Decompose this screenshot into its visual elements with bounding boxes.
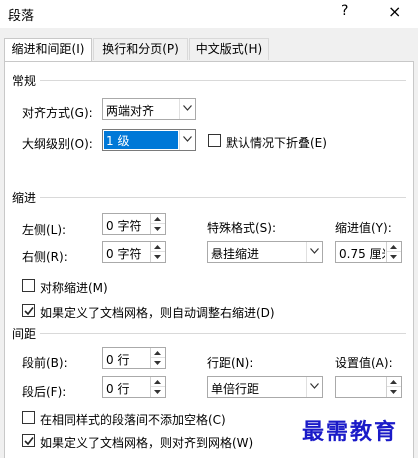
triangle-down-icon bbox=[154, 227, 161, 231]
checkmark-icon bbox=[24, 307, 34, 316]
spacing-at-arrows bbox=[386, 377, 401, 397]
left-indent-increment-button[interactable] bbox=[151, 214, 165, 224]
triangle-down-icon bbox=[390, 390, 397, 394]
triangle-down-icon bbox=[154, 390, 161, 394]
tab-strip: 缩进和间距(I) 换行和分页(P) 中文版式(H) bbox=[4, 38, 414, 62]
right-indent-label: 右侧(R): bbox=[22, 250, 68, 264]
auto-adjust-right-indent-checkbox[interactable] bbox=[22, 304, 35, 317]
tab-indents-spacing-label: 缩进和间距(I) bbox=[11, 42, 85, 56]
spacing-before-arrows bbox=[150, 348, 165, 368]
indent-by-arrows bbox=[386, 242, 401, 262]
right-indent-spinner[interactable]: 0 字符 bbox=[102, 241, 166, 263]
chevron-down-icon bbox=[183, 105, 192, 111]
left-indent-spinner[interactable]: 0 字符 bbox=[102, 213, 166, 235]
line-spacing-select[interactable]: 单倍行距 bbox=[207, 376, 323, 398]
spacing-before-label: 段前(B): bbox=[22, 356, 68, 370]
no-space-same-style-label: 在相同样式的段落间不添加空格(C) bbox=[40, 413, 226, 427]
triangle-down-icon bbox=[390, 255, 397, 259]
spacing-after-decrement-button[interactable] bbox=[151, 387, 165, 397]
special-indent-label: 特殊格式(S): bbox=[207, 221, 277, 235]
indent-by-label: 缩进值(Y): bbox=[335, 221, 392, 235]
triangle-up-icon bbox=[390, 245, 397, 249]
triangle-up-icon bbox=[154, 245, 161, 249]
alignment-dropdown-button[interactable] bbox=[179, 99, 195, 119]
right-indent-decrement-button[interactable] bbox=[151, 252, 165, 262]
chevron-down-icon bbox=[183, 136, 192, 142]
general-section-divider bbox=[40, 80, 406, 81]
tab-line-page-breaks-label: 换行和分页(P) bbox=[102, 42, 179, 56]
indentation-section-divider bbox=[40, 197, 406, 198]
dialog-title: 段落 bbox=[8, 9, 35, 24]
spacing-before-decrement-button[interactable] bbox=[151, 358, 165, 368]
general-section-heading: 常规 bbox=[12, 74, 37, 88]
right-indent-value: 0 字符 bbox=[106, 247, 142, 261]
chevron-down-icon bbox=[310, 383, 319, 389]
collapse-by-default-checkbox[interactable] bbox=[208, 134, 221, 147]
spacing-after-arrows bbox=[150, 377, 165, 397]
special-indent-value: 悬挂缩进 bbox=[211, 247, 260, 261]
special-indent-select[interactable]: 悬挂缩进 bbox=[207, 241, 323, 263]
spacing-section-divider bbox=[40, 333, 406, 334]
watermark-text: 最需教育 bbox=[302, 419, 399, 445]
close-button[interactable]: × bbox=[388, 2, 401, 21]
spacing-at-label: 设置值(A): bbox=[335, 356, 393, 370]
snap-to-grid-label: 如果定义了文档网格，则对齐到网格(W) bbox=[40, 436, 254, 450]
left-indent-arrows bbox=[150, 214, 165, 234]
line-spacing-label: 行距(N): bbox=[207, 356, 254, 370]
alignment-label: 对齐方式(G): bbox=[22, 106, 93, 120]
spacing-section-heading: 间距 bbox=[12, 327, 37, 341]
indent-by-spinner[interactable]: 0.75 厘米 bbox=[335, 241, 402, 263]
line-spacing-dropdown-button[interactable] bbox=[306, 377, 322, 397]
tab-asian-typography[interactable]: 中文版式(H) bbox=[189, 38, 269, 60]
mirror-indents-checkbox[interactable] bbox=[22, 279, 35, 292]
spacing-after-value: 0 行 bbox=[106, 382, 130, 396]
line-spacing-value: 单倍行距 bbox=[211, 382, 260, 396]
dialog-title-bar: 段落 ? × bbox=[0, 0, 418, 28]
spacing-before-value: 0 行 bbox=[106, 353, 130, 367]
left-indent-decrement-button[interactable] bbox=[151, 224, 165, 234]
triangle-up-icon bbox=[154, 380, 161, 384]
auto-adjust-right-indent-label: 如果定义了文档网格，则自动调整右缩进(D) bbox=[40, 306, 275, 320]
special-indent-dropdown-button[interactable] bbox=[306, 242, 322, 262]
indent-by-decrement-button[interactable] bbox=[387, 252, 401, 262]
checkmark-icon bbox=[24, 437, 34, 446]
triangle-down-icon bbox=[154, 255, 161, 259]
indent-by-value: 0.75 厘米 bbox=[339, 247, 385, 261]
left-indent-value: 0 字符 bbox=[106, 219, 142, 233]
outline-level-value: 1 级 bbox=[104, 131, 178, 149]
spacing-before-increment-button[interactable] bbox=[151, 348, 165, 358]
spacing-before-spinner[interactable]: 0 行 bbox=[102, 347, 166, 369]
right-indent-arrows bbox=[150, 242, 165, 262]
triangle-down-icon bbox=[154, 361, 161, 365]
indentation-section-heading: 缩进 bbox=[12, 191, 37, 205]
tab-indents-spacing[interactable]: 缩进和间距(I) bbox=[4, 38, 92, 62]
spacing-at-spinner[interactable] bbox=[335, 376, 402, 398]
no-space-same-style-checkbox[interactable] bbox=[22, 411, 35, 424]
left-indent-label: 左侧(L): bbox=[22, 223, 67, 237]
alignment-value: 两端对齐 bbox=[106, 104, 155, 118]
outline-level-select[interactable]: 1 级 bbox=[102, 129, 196, 151]
spacing-after-increment-button[interactable] bbox=[151, 377, 165, 387]
spacing-after-spinner[interactable]: 0 行 bbox=[102, 376, 166, 398]
chevron-down-icon bbox=[310, 248, 319, 254]
alignment-select[interactable]: 两端对齐 bbox=[102, 98, 196, 120]
tab-asian-typography-label: 中文版式(H) bbox=[195, 42, 263, 56]
spacing-at-decrement-button[interactable] bbox=[387, 387, 401, 397]
right-indent-increment-button[interactable] bbox=[151, 242, 165, 252]
outline-level-dropdown-button[interactable] bbox=[179, 130, 195, 150]
snap-to-grid-checkbox[interactable] bbox=[22, 434, 35, 447]
spacing-at-increment-button[interactable] bbox=[387, 377, 401, 387]
triangle-up-icon bbox=[154, 217, 161, 221]
mirror-indents-label: 对称缩进(M) bbox=[40, 281, 108, 295]
triangle-up-icon bbox=[154, 351, 161, 355]
outline-level-label: 大纲级别(O): bbox=[22, 137, 93, 151]
collapse-by-default-label: 默认情况下折叠(E) bbox=[226, 136, 327, 150]
triangle-up-icon bbox=[390, 380, 397, 384]
tab-line-page-breaks[interactable]: 换行和分页(P) bbox=[93, 38, 188, 60]
help-button[interactable]: ? bbox=[341, 3, 348, 19]
indent-by-increment-button[interactable] bbox=[387, 242, 401, 252]
spacing-after-label: 段后(F): bbox=[22, 385, 67, 399]
